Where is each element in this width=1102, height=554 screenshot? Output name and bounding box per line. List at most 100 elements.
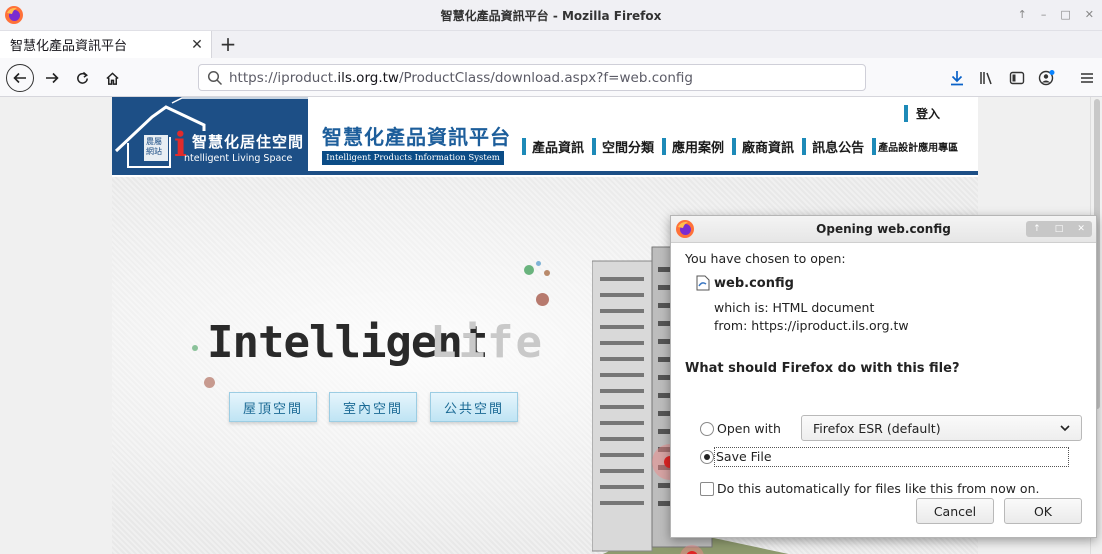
url-bar[interactable]: https://iproduct.ils.org.tw/ProductClass… [198,64,866,91]
site-header: 農屬網站 i 智慧化居住空間 ntelligent Living Space 智… [112,97,978,175]
file-source: from: https://iproduct.ils.org.tw [714,318,909,333]
public-space-button[interactable]: 公共空間 [430,392,518,422]
nav-label: 產品資訊 [532,141,585,156]
account-icon [1038,70,1055,86]
hamburger-menu-icon [1081,73,1093,83]
site-subtitle: Intelligent Products Information System [322,151,504,165]
dialog-titlebar: Opening web.config ↑ □ ✕ [671,216,1096,243]
login-link[interactable]: 登入 [904,105,940,122]
decor-dot [536,261,541,266]
home-icon [105,71,119,85]
tab-title: 智慧化產品資訊平台 [10,39,128,54]
menu-divider [802,138,807,155]
logo-main-text: 智慧化居住空間 [192,133,305,151]
chosen-text: You have chosen to open: [685,251,846,266]
open-with-label[interactable]: Open with [717,421,781,436]
decor-dot [192,345,198,351]
account-button[interactable] [1032,64,1062,92]
home-button[interactable] [98,64,126,92]
auto-checkbox[interactable] [700,482,714,496]
header-divider [112,171,978,175]
logo-badge: 農屬網站 [146,137,162,156]
navigation-bar: https://iproduct.ils.org.tw/ProductClass… [0,58,1102,97]
firefox-logo-icon [5,6,23,24]
tab-active[interactable]: 智慧化產品資訊平台 ✕ [0,31,212,58]
toolbar-right [942,64,1102,92]
window-minimize-button[interactable]: – [1041,8,1047,21]
back-button[interactable] [6,64,34,92]
indoor-space-button[interactable]: 室內空間 [329,392,417,422]
library-button[interactable] [972,64,1002,92]
nav-item-cases[interactable]: 應用案例 [662,137,724,156]
save-file-label[interactable]: Save File [716,449,772,464]
download-dialog: Opening web.config ↑ □ ✕ You have chosen… [670,215,1097,538]
reload-icon [76,71,88,84]
tab-strip: 智慧化產品資訊平台 ✕ + [0,31,1102,58]
new-tab-button[interactable]: + [217,33,239,55]
dialog-close-button[interactable]: ✕ [1077,224,1085,234]
auto-label[interactable]: Do this automatically for files like thi… [717,481,1039,496]
dialog-raise-button[interactable]: ↑ [1033,224,1041,234]
question-heading: What should Firefox do with this file? [685,361,960,376]
window-title: 智慧化產品資訊平台 - Mozilla Firefox [440,8,662,23]
site-title: 智慧化產品資訊平台 [322,125,511,149]
window-raise-button[interactable]: ↑ [1018,8,1027,21]
menu-divider [522,138,526,155]
cancel-button[interactable]: Cancel [916,498,994,524]
open-with-radio[interactable] [700,422,714,436]
nav-item-design[interactable]: 產品設計應用專區 [872,138,958,155]
menu-button[interactable] [1072,64,1102,92]
nav-item-vendors[interactable]: 廠商資訊 [732,137,794,156]
menu-divider [592,138,597,155]
chevron-down-icon [1060,425,1070,432]
nav-label: 應用案例 [672,141,725,156]
decor-dot [536,293,549,306]
dialog-maximize-button[interactable]: □ [1055,224,1064,234]
window-close-button[interactable]: ✕ [1085,8,1094,21]
save-file-radio[interactable] [700,450,714,464]
open-with-value: Firefox ESR (default) [813,420,941,436]
nav-label: 空間分類 [602,141,655,156]
decor-dot [524,265,534,275]
menu-divider [732,138,737,155]
site-logo[interactable]: 農屬網站 i 智慧化居住空間 ntelligent Living Space [112,97,308,171]
logo-sub-text: ntelligent Living Space [184,153,293,164]
dialog-window-controls: ↑ □ ✕ [1026,221,1092,237]
file-icon [696,275,710,291]
rooftop-space-button[interactable]: 屋頂空間 [229,392,317,422]
tab-close-icon[interactable]: ✕ [187,37,207,53]
menu-divider [872,138,877,155]
nav-label: 廠商資訊 [742,141,795,156]
window-maximize-button[interactable]: □ [1060,8,1070,21]
sidebar-icon [1009,71,1025,85]
file-type: which is: HTML document [714,300,875,315]
site-nav-menu: 產品資訊 空間分類 應用案例 廠商資訊 訊息公告 產品設計應用專區 [522,137,966,156]
decor-dot [544,270,550,276]
file-name: web.config [714,276,794,291]
menu-divider [662,138,667,155]
nav-label: 產品設計應用專區 [878,143,959,154]
nav-item-news[interactable]: 訊息公告 [802,137,864,156]
window-controls: ↑ – □ ✕ [1018,8,1094,21]
nav-label: 訊息公告 [812,141,865,156]
menu-divider [904,105,908,122]
arrow-right-icon [46,72,59,84]
arrow-left-icon [13,72,26,84]
download-arrow-icon [951,71,963,86]
library-icon [980,72,992,85]
decor-dot [204,377,215,388]
ok-button[interactable]: OK [1004,498,1082,524]
reload-button[interactable] [68,64,96,92]
login-label: 登入 [916,107,941,121]
sidebar-button[interactable] [1002,64,1032,92]
window-titlebar: 智慧化產品資訊平台 - Mozilla Firefox ↑ – □ ✕ [0,0,1102,31]
open-with-select[interactable]: Firefox ESR (default) [801,415,1082,441]
nav-item-spaces[interactable]: 空間分類 [592,137,654,156]
downloads-button[interactable] [942,64,972,92]
nav-item-products[interactable]: 產品資訊 [522,137,584,156]
firefox-logo-icon [676,220,694,238]
search-icon [207,70,223,85]
dialog-title: Opening web.config [816,222,951,236]
forward-button[interactable] [38,64,66,92]
